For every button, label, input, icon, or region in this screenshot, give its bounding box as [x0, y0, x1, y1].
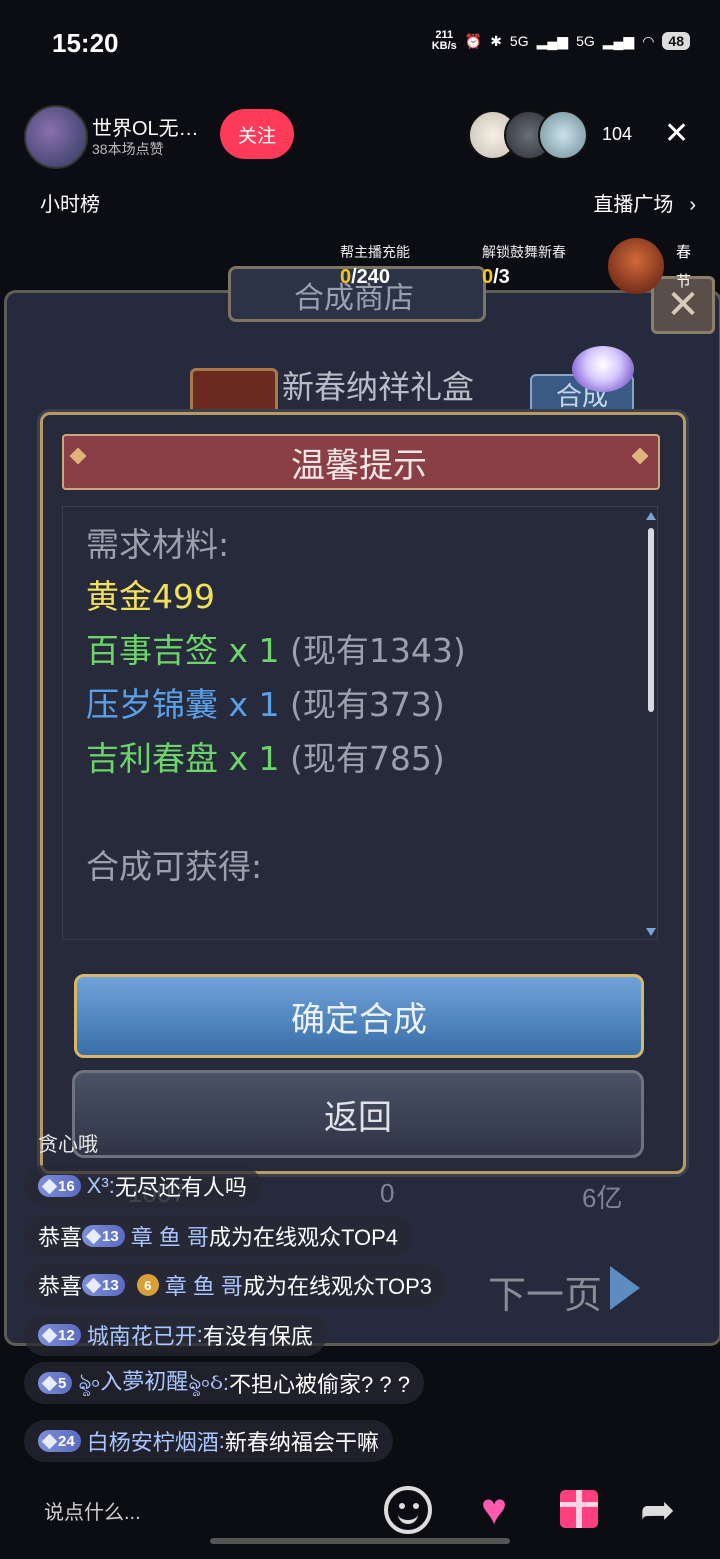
spring-festival-avatar[interactable] — [608, 238, 664, 294]
home-indicator[interactable] — [210, 1538, 510, 1544]
signal-1: 5G — [509, 33, 529, 49]
status-time: 15:20 — [52, 28, 119, 58]
dialog-title: 温馨提示 — [291, 446, 427, 486]
chat-message[interactable]: 5 ৡ৹入夢初醒ৡ৹ઠ: 不担心被偷家? ? ? — [24, 1362, 424, 1404]
gift-icon[interactable] — [560, 1490, 598, 1528]
need-label: 需求材料: — [86, 525, 230, 564]
back-button[interactable]: 返回 — [72, 1070, 644, 1158]
signal-2: 5G — [576, 33, 595, 49]
live-square-link[interactable]: 直播广场 › — [593, 188, 696, 217]
gem-icon — [572, 346, 634, 392]
task-label[interactable]: 帮主播充能 — [340, 242, 410, 262]
material-row: 压岁锦囊 x 1 (现有373) — [86, 685, 445, 724]
chat-user-name[interactable]: 贪心哦 — [38, 1128, 98, 1157]
chat-message[interactable]: 恭喜 13 章 鱼 哥 成为在线观众TOP4 — [24, 1215, 413, 1257]
level-badge: 16 — [38, 1175, 81, 1197]
signal-bars-icon: ▂▄▆ — [536, 32, 569, 49]
viewer-count[interactable]: 104 — [602, 124, 632, 145]
comment-input[interactable]: 说点什么... — [44, 1496, 141, 1525]
next-arrow-icon[interactable] — [610, 1266, 640, 1310]
level-badge: 5 — [38, 1372, 73, 1394]
scroll-down-icon[interactable] — [646, 928, 656, 936]
chat-message[interactable]: 12 城南花已开: 有没有保底 — [24, 1314, 327, 1356]
scroll-up-icon[interactable] — [646, 512, 656, 520]
follow-button[interactable]: 关注 — [220, 109, 294, 159]
battery-indicator: 48 — [662, 32, 690, 50]
chat-message[interactable]: 恭喜 13 6 章 鱼 哥 成为在线观众TOP3 — [24, 1264, 447, 1306]
material-row: 吉利春盘 x 1 (现有785) — [86, 739, 445, 778]
chat-message[interactable]: 24 白杨安柠烟酒: 新春纳福会干嘛 — [24, 1420, 393, 1462]
chat-message[interactable]: 16 X³: 无尽还有人吗 — [24, 1165, 261, 1207]
chevron-right-icon: › — [689, 194, 696, 216]
viewer-avatar[interactable] — [538, 110, 588, 160]
shop-value: 6亿 — [582, 1183, 623, 1213]
obtain-label: 合成可获得: — [86, 847, 263, 886]
material-gold: 黄金499 — [86, 577, 215, 616]
shop-item-name: 新春纳祥礼盒 — [282, 368, 475, 406]
spring-festival-label[interactable]: 春节 — [676, 238, 696, 296]
wifi-icon: ◠ — [642, 32, 655, 49]
task-progress: 0/240 — [340, 266, 391, 288]
signal-bars-icon-2: ▂▄▆ — [602, 32, 635, 49]
host-avatar[interactable] — [24, 105, 88, 169]
scrollbar-thumb[interactable] — [648, 528, 654, 712]
bluetooth-icon: ✱ — [490, 32, 502, 49]
heart-icon[interactable]: ♥ — [470, 1486, 518, 1534]
task-label[interactable]: 解锁鼓舞新春 — [482, 242, 566, 262]
share-icon[interactable]: ➦ — [640, 1486, 688, 1534]
level-badge: 13 — [82, 1225, 125, 1247]
alarm-icon: ⏰ — [464, 32, 483, 49]
material-row: 百事吉签 x 1 (现有1343) — [86, 631, 466, 670]
emoji-icon[interactable] — [384, 1486, 432, 1534]
level-badge: 24 — [38, 1430, 81, 1452]
host-name[interactable]: 世界OL无… — [92, 112, 199, 141]
next-page-button[interactable]: 下一页 — [488, 1264, 602, 1319]
hour-rank-link[interactable]: 小时榜 — [40, 188, 100, 217]
fan-badge: 6 — [136, 1274, 159, 1296]
task-progress: 0/3 — [482, 266, 510, 288]
net-speed: 211 KB/s — [431, 29, 457, 52]
status-icons: 211 KB/s ⏰ ✱ 5G ▂▄▆ 5G ▂▄▆ ◠ 48 — [432, 30, 690, 52]
shop-value: 0 — [380, 1178, 395, 1208]
host-likes: 38本场点赞 — [92, 141, 164, 157]
level-badge: 12 — [38, 1324, 81, 1346]
level-badge: 13 — [82, 1274, 125, 1296]
confirm-synthesis-button[interactable]: 确定合成 — [74, 974, 644, 1058]
close-icon[interactable]: ✕ — [664, 116, 689, 151]
